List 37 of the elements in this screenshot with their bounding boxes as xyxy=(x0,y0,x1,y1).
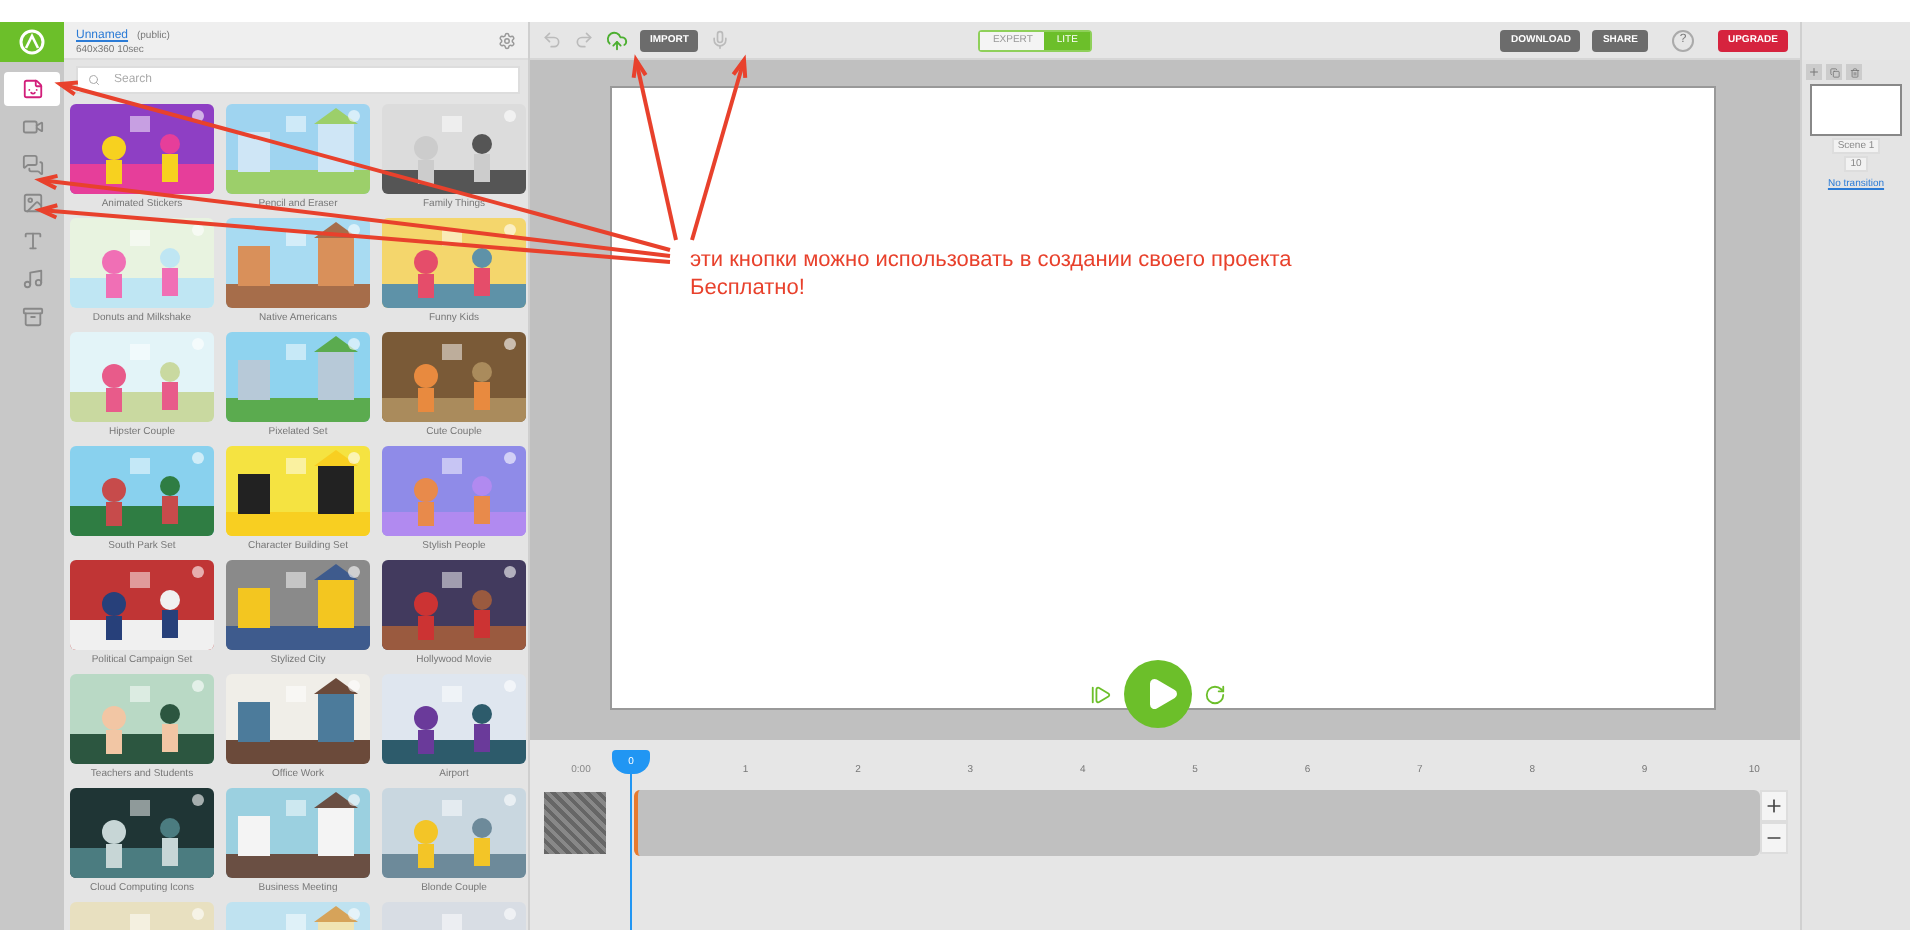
microphone-icon xyxy=(710,30,731,50)
image-icon xyxy=(21,192,43,214)
text-icon xyxy=(21,230,43,252)
copy-icon xyxy=(1829,67,1839,77)
redo-icon xyxy=(574,30,594,50)
archive-icon xyxy=(21,306,43,328)
add-scene-button[interactable] xyxy=(1806,64,1822,80)
microphone-button[interactable] xyxy=(710,30,731,50)
category-tab[interactable] xyxy=(4,72,60,106)
scene-thumbnail xyxy=(544,791,606,853)
undo-button[interactable] xyxy=(542,30,562,50)
music-icon xyxy=(21,268,43,290)
trash-icon xyxy=(1849,67,1859,77)
video-icon xyxy=(21,116,43,138)
sticker-icon xyxy=(21,78,43,100)
step-forward-button[interactable] xyxy=(1090,683,1112,705)
logo-icon[interactable] xyxy=(0,22,64,62)
zoom-out-button[interactable] xyxy=(1760,822,1788,854)
scene-preview[interactable] xyxy=(1810,84,1902,136)
replay-button[interactable] xyxy=(1204,683,1226,705)
chat-icon xyxy=(21,154,43,176)
duplicate-button[interactable] xyxy=(1826,64,1842,80)
replay-icon xyxy=(1204,683,1226,705)
search-icon xyxy=(88,74,100,86)
upload-button[interactable] xyxy=(606,29,628,51)
zoom-in-button[interactable] xyxy=(1760,790,1788,822)
settings-icon[interactable] xyxy=(498,31,516,49)
canvas-stage[interactable] xyxy=(610,86,1716,710)
annotation-text: эти кнопки можно использовать в создании своего проекта Бесплатно! xyxy=(690,246,1292,302)
cloud-upload-icon xyxy=(606,29,628,51)
undo-icon xyxy=(542,30,562,50)
step-forward-icon xyxy=(1090,683,1112,705)
plus-icon xyxy=(1808,66,1820,78)
redo-button[interactable] xyxy=(574,30,594,50)
plus-icon xyxy=(1764,796,1784,816)
delete-button[interactable] xyxy=(1846,64,1862,80)
timeline-track[interactable] xyxy=(634,789,1760,855)
